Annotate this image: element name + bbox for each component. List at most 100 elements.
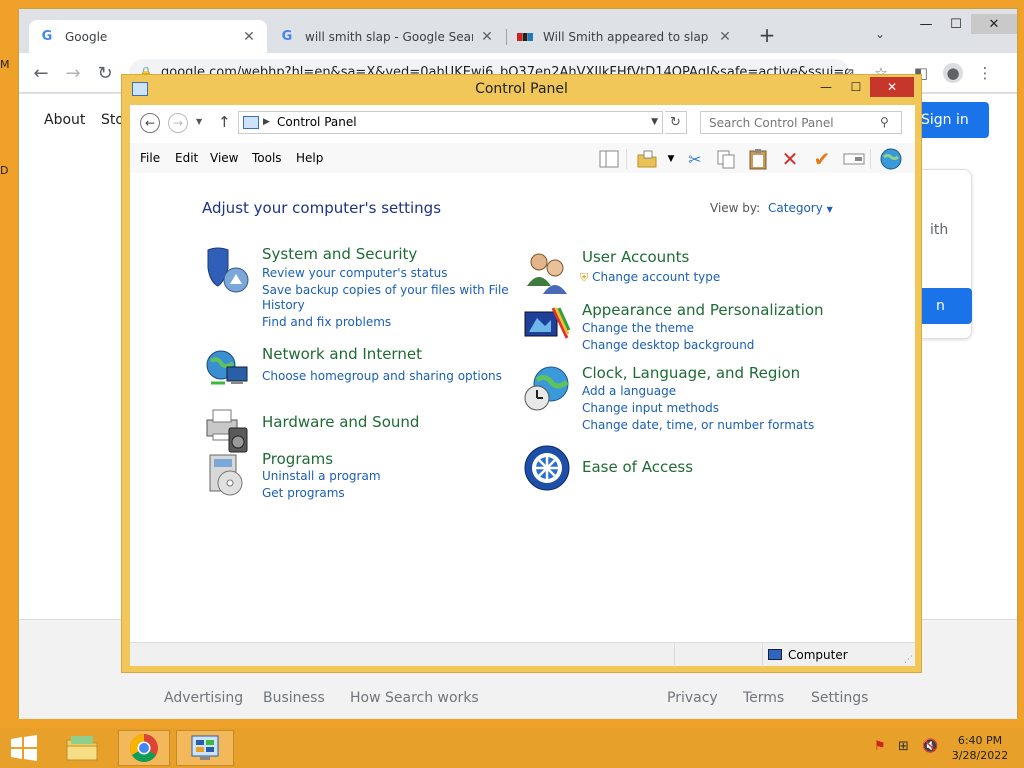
programs-disc-box-icon[interactable]	[202, 450, 252, 500]
resize-grip-icon[interactable]: ⋰	[904, 655, 913, 665]
tab-npr-article[interactable]: Will Smith appeared to slap Chris ✕	[507, 20, 743, 53]
homegroup-sharing-link[interactable]: Choose homegroup and sharing options	[262, 369, 502, 383]
cp-minimize-button[interactable]: —	[812, 77, 840, 97]
menu-tools[interactable]: Tools	[252, 151, 282, 165]
users-icon[interactable]	[522, 248, 572, 298]
category-title[interactable]: Appearance and Personalization	[582, 301, 824, 319]
footer-privacy-link[interactable]: Privacy	[667, 690, 718, 706]
close-button[interactable]: ✕	[971, 14, 1017, 34]
menu-file[interactable]: File	[140, 151, 160, 165]
network-globe-icon[interactable]	[880, 148, 902, 170]
printer-speaker-icon[interactable]	[202, 405, 252, 455]
paste-clipboard-icon[interactable]	[747, 148, 769, 170]
cp-close-button[interactable]: ✕	[870, 77, 914, 97]
ease-of-access-icon[interactable]	[522, 443, 572, 493]
breadcrumb[interactable]: Control Panel	[277, 115, 357, 129]
add-language-link[interactable]: Add a language	[582, 384, 676, 398]
category-title[interactable]: System and Security	[262, 245, 417, 263]
properties-checkmark-icon[interactable]: ✔	[811, 147, 833, 171]
tab-search-results[interactable]: G will smith slap - Google Search ✕	[269, 20, 505, 53]
back-button[interactable]: ←	[29, 61, 53, 85]
explorer-address-bar[interactable]: ▶ Control Panel ▼	[238, 111, 663, 134]
footer-terms-link[interactable]: Terms	[743, 690, 784, 706]
cut-scissors-icon[interactable]: ✂	[684, 148, 706, 170]
category-title[interactable]: Clock, Language, and Region	[582, 364, 800, 382]
change-input-methods-link[interactable]: Change input methods	[582, 401, 719, 415]
find-fix-problems-link[interactable]: Find and fix problems	[262, 315, 391, 329]
folder-options-icon[interactable]	[636, 148, 658, 170]
new-tab-button[interactable]: +	[755, 23, 779, 47]
category-title[interactable]: Network and Internet	[262, 345, 422, 363]
view-by-chevron-icon: ▼	[826, 205, 833, 214]
change-date-time-formats-link[interactable]: Change date, time, or number formats	[582, 418, 814, 432]
start-windows-icon[interactable]	[8, 730, 40, 766]
npr-favicon-icon	[517, 29, 533, 45]
menu-edit[interactable]: Edit	[175, 151, 198, 165]
folder-options-dropdown-icon[interactable]: ▼	[660, 148, 682, 170]
search-icon[interactable]: ⚲	[880, 115, 889, 129]
rename-icon[interactable]	[843, 148, 865, 170]
chrome-menu-icon[interactable]: ⋮	[975, 63, 995, 83]
minimize-button[interactable]: —	[911, 14, 941, 34]
category-title[interactable]: Programs	[262, 450, 333, 468]
category-title[interactable]: Hardware and Sound	[262, 413, 419, 431]
delete-x-icon[interactable]: ✕	[779, 147, 801, 171]
chrome-taskbar-icon[interactable]	[118, 730, 170, 766]
forward-arrow-icon[interactable]: →	[168, 113, 188, 133]
profile-avatar-icon[interactable]: ●	[943, 63, 963, 83]
forward-button[interactable]: →	[61, 61, 85, 85]
view-by-dropdown[interactable]: Category ▼	[768, 201, 833, 215]
category-title[interactable]: User Accounts	[582, 248, 689, 266]
tab-close-icon[interactable]: ✕	[717, 29, 733, 45]
control-panel-titlebar[interactable]: Control Panel — ☐ ✕	[122, 75, 921, 103]
footer-advertising-link[interactable]: Advertising	[164, 690, 243, 706]
back-arrow-icon[interactable]: ←	[140, 113, 160, 133]
footer-business-link[interactable]: Business	[263, 690, 325, 706]
recent-locations-chevron-icon[interactable]: ▼	[196, 117, 202, 126]
get-programs-link[interactable]: Get programs	[262, 486, 345, 500]
change-desktop-background-link[interactable]: Change desktop background	[582, 338, 754, 352]
maximize-button[interactable]: ☐	[941, 14, 971, 34]
control-panel-taskbar-icon[interactable]	[176, 730, 234, 766]
clock-globe-icon[interactable]	[522, 364, 572, 414]
refresh-icon[interactable]: ↻	[665, 111, 687, 134]
cp-maximize-button[interactable]: ☐	[842, 77, 870, 97]
layout-pane-icon[interactable]	[598, 148, 620, 170]
search-control-panel-input[interactable]	[700, 111, 902, 134]
network-status-icon[interactable]: ⊞	[898, 739, 909, 754]
menu-view[interactable]: View	[210, 151, 238, 165]
change-theme-link[interactable]: Change the theme	[582, 321, 694, 335]
address-dropdown-icon[interactable]: ▼	[651, 112, 658, 133]
about-link[interactable]: About	[44, 112, 85, 128]
clock[interactable]: 6:40 PM 3/28/2022	[950, 733, 1010, 763]
uninstall-program-link[interactable]: Uninstall a program	[262, 469, 381, 483]
footer-how-search-works-link[interactable]: How Search works	[350, 690, 479, 706]
review-status-link[interactable]: Review your computer's status	[262, 266, 448, 280]
reload-button[interactable]: ↻	[93, 61, 117, 85]
tab-google[interactable]: G Google ✕	[29, 20, 267, 53]
footer-settings-link[interactable]: Settings	[811, 690, 868, 706]
tab-search-button[interactable]: ⌄	[875, 27, 885, 41]
up-arrow-icon[interactable]: ↑	[218, 113, 231, 131]
save-backup-link[interactable]: Save backup copies of your files with Fi…	[262, 283, 509, 297]
tab-close-icon[interactable]: ✕	[479, 29, 495, 45]
category-title[interactable]: Ease of Access	[582, 458, 693, 476]
breadcrumb-chevron-icon[interactable]: ▶	[263, 112, 270, 133]
toolbar-separator	[870, 149, 871, 169]
monitor-paint-icon[interactable]	[522, 301, 572, 351]
volume-muted-icon[interactable]: 🔇	[922, 739, 938, 754]
sign-in-button[interactable]: Sign in	[913, 102, 989, 138]
menu-help[interactable]: Help	[296, 151, 323, 165]
desktop-icon-label-fragment: M	[0, 58, 10, 71]
tab-close-icon[interactable]: ✕	[241, 29, 257, 45]
network-globe-icon[interactable]	[202, 345, 252, 395]
action-center-flag-icon[interactable]: ⚑	[874, 739, 886, 754]
promo-card-button[interactable]: n	[916, 288, 972, 324]
save-backup-link-continued[interactable]: History	[262, 298, 305, 312]
file-explorer-icon[interactable]	[60, 730, 104, 766]
control-panel-window: Control Panel — ☐ ✕ ← → ▼ ↑ ▶ Control Pa…	[121, 74, 922, 673]
copy-icon[interactable]	[715, 148, 737, 170]
change-account-type-link[interactable]: ⛨ Change account type	[580, 270, 720, 285]
shield-icon[interactable]	[202, 245, 252, 295]
tab-title: will smith slap - Google Search	[305, 29, 473, 44]
